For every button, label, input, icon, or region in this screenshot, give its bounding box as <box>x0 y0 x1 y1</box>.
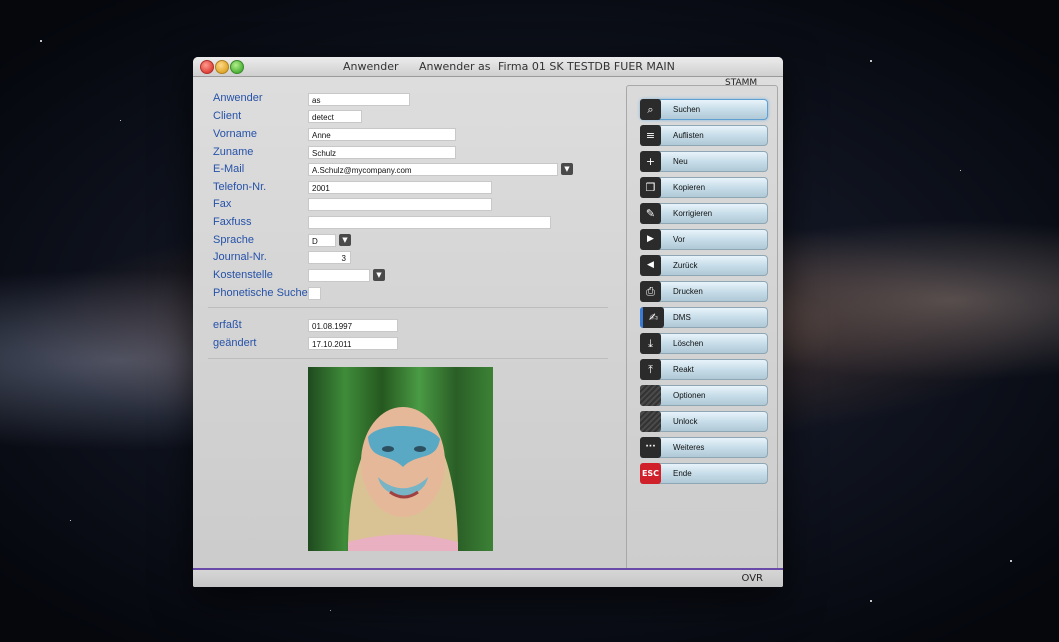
button-label: Suchen <box>673 105 701 114</box>
user-photo <box>308 367 493 551</box>
email-field[interactable]: A.Schulz@mycompany.com <box>308 163 558 176</box>
neu-button[interactable]: + Neu <box>640 151 768 172</box>
more-icon: ··· <box>640 437 661 458</box>
suchen-button[interactable]: ⌕ Suchen <box>640 99 768 120</box>
button-label: Neu <box>673 157 688 166</box>
loeschen-button[interactable]: ⤓ Löschen <box>640 333 768 354</box>
overwrite-mode-indicator: OVR <box>741 573 763 584</box>
zuname-field[interactable]: Schulz <box>308 146 456 159</box>
app-window: Anwender Anwender as Firma 01 SK TESTDB … <box>193 57 783 587</box>
pencil-icon: ✎ <box>640 203 661 224</box>
star <box>1010 560 1012 562</box>
button-label: Ende <box>673 469 692 478</box>
phonetisch-label: Phonetische Suche <box>213 287 308 299</box>
telefon-label: Telefon-Nr. <box>213 181 267 193</box>
search-icon: ⌕ <box>640 99 661 120</box>
window-title-part: Anwender <box>343 60 399 73</box>
star <box>870 600 872 602</box>
sprache-label: Sprache <box>213 234 254 246</box>
vorname-label: Vorname <box>213 128 258 140</box>
anwender-field[interactable]: as <box>308 93 410 106</box>
kostenstelle-field[interactable] <box>308 269 370 282</box>
faxfuss-label: Faxfuss <box>213 216 252 228</box>
weiteres-button[interactable]: ··· Weiteres <box>640 437 768 458</box>
button-label: Kopieren <box>673 183 706 192</box>
title-bar[interactable]: Anwender Anwender as Firma 01 SK TESTDB … <box>193 57 783 77</box>
kostenstelle-dropdown-button[interactable]: ▼ <box>373 269 385 281</box>
portrait-illustration <box>348 407 458 551</box>
journal-field[interactable]: 3 <box>308 251 351 264</box>
arrow-left-icon: ◀ <box>640 255 661 276</box>
tray-up-icon: ⤒ <box>640 359 661 380</box>
window-title-part: Firma 01 SK TESTDB FUER MAIN <box>498 60 675 73</box>
button-label: Vor <box>673 235 686 244</box>
email-label: E-Mail <box>213 163 245 175</box>
button-label: Korrigieren <box>673 209 713 218</box>
geaendert-field[interactable]: 17.10.2011 <box>308 337 398 350</box>
unlock-button[interactable]: Unlock <box>640 411 768 432</box>
kopieren-button[interactable]: ❐ Kopieren <box>640 177 768 198</box>
vorname-field[interactable]: Anne <box>308 128 456 141</box>
button-label: Optionen <box>673 391 706 400</box>
fax-field[interactable] <box>308 198 492 211</box>
vor-button[interactable]: ▶ Vor <box>640 229 768 250</box>
tray-down-icon: ⤓ <box>640 333 661 354</box>
drucken-button[interactable]: ⎙ Drucken <box>640 281 768 302</box>
telefon-field[interactable]: 2001 <box>308 181 492 194</box>
arrow-right-icon: ▶ <box>640 229 661 250</box>
esc-icon: ESC <box>640 463 661 484</box>
button-label: Drucken <box>673 287 703 296</box>
erfasst-field[interactable]: 01.08.1997 <box>308 319 398 332</box>
auflisten-button[interactable]: ≡ Auflisten <box>640 125 768 146</box>
reakt-button[interactable]: ⤒ Reakt <box>640 359 768 380</box>
button-label: Reakt <box>673 365 694 374</box>
zuname-label: Zuname <box>213 146 254 158</box>
options-icon <box>640 385 661 406</box>
star <box>120 120 121 121</box>
anwender-label: Anwender <box>213 92 263 104</box>
printer-icon: ⎙ <box>640 281 661 302</box>
star <box>960 170 961 171</box>
window-title-part: Anwender as <box>419 60 491 73</box>
button-label: Unlock <box>673 417 698 426</box>
copy-icon: ❐ <box>640 177 661 198</box>
erfasst-label: erfaßt <box>213 319 242 331</box>
button-label: DMS <box>673 313 691 322</box>
optionen-button[interactable]: Optionen <box>640 385 768 406</box>
button-label: Zurück <box>673 261 698 270</box>
star <box>70 520 71 521</box>
client-label: Client <box>213 110 242 122</box>
minimize-button[interactable] <box>215 60 229 74</box>
kostenstelle-label: Kostenstelle <box>213 269 273 281</box>
zurueck-button[interactable]: ◀ Zurück <box>640 255 768 276</box>
button-label: Löschen <box>673 339 704 348</box>
email-dropdown-button[interactable]: ▼ <box>561 163 573 175</box>
unlock-icon <box>640 411 661 432</box>
sprache-dropdown-button[interactable]: ▼ <box>339 234 351 246</box>
document-edit-icon: ✍ <box>640 307 664 328</box>
ende-button[interactable]: ESC Ende <box>640 463 768 484</box>
star <box>40 40 42 42</box>
list-icon: ≡ <box>640 125 661 146</box>
sprache-field[interactable]: D <box>308 234 336 247</box>
divider <box>208 307 608 308</box>
close-button[interactable] <box>200 60 214 74</box>
geaendert-label: geändert <box>213 337 257 349</box>
plus-icon: + <box>640 151 661 172</box>
fax-label: Fax <box>213 198 232 210</box>
button-label: Auflisten <box>673 131 704 140</box>
divider <box>208 358 608 359</box>
status-bar: OVR <box>193 568 783 587</box>
phonetisch-checkbox[interactable] <box>308 287 321 300</box>
korrigieren-button[interactable]: ✎ Korrigieren <box>640 203 768 224</box>
faxfuss-field[interactable] <box>308 216 551 229</box>
journal-label: Journal-Nr. <box>213 251 267 263</box>
dms-button[interactable]: ✍ DMS <box>640 307 768 328</box>
star <box>870 60 872 62</box>
zoom-button[interactable] <box>230 60 244 74</box>
star <box>330 610 331 611</box>
client-field[interactable]: detect <box>308 110 362 123</box>
button-label: Weiteres <box>673 443 705 452</box>
